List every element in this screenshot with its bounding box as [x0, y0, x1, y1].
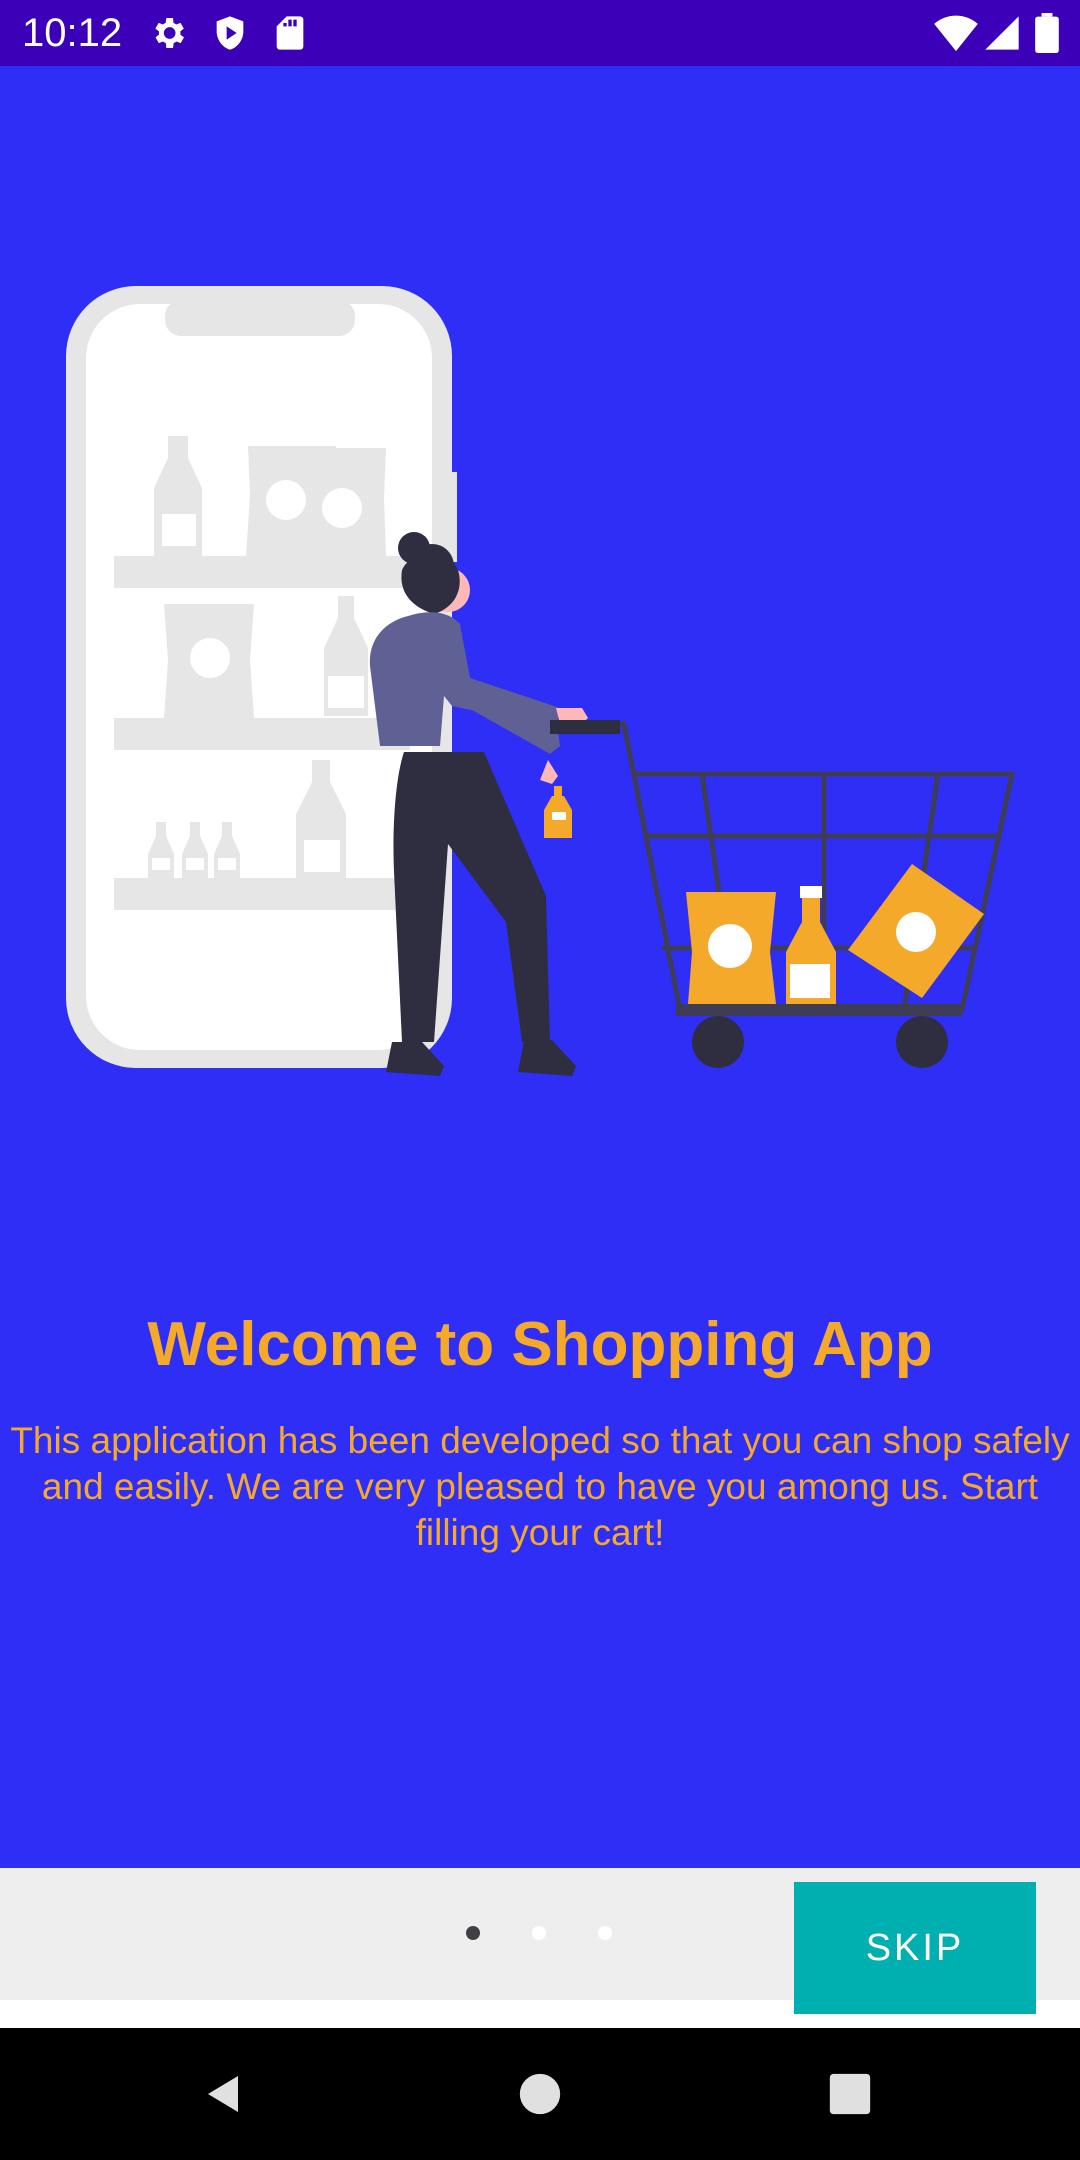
back-icon [208, 2076, 238, 2112]
recents-button[interactable] [804, 2048, 896, 2140]
welcome-description: This application has been developed so t… [10, 1420, 1070, 1553]
gear-icon [148, 13, 188, 53]
page-indicator-dot-2[interactable] [532, 1926, 546, 1940]
page-indicator-dot-1-active[interactable] [466, 1926, 480, 1940]
onboarding-screen: 10:12 Welcome to Shopping App This appli… [0, 0, 1080, 2160]
system-navigation-bar [0, 2028, 1080, 2160]
back-button[interactable] [178, 2048, 270, 2140]
battery-icon [1034, 13, 1060, 53]
sd-card-icon [270, 13, 310, 53]
signal-icon [982, 13, 1022, 53]
status-time: 10:12 [22, 11, 123, 55]
shield-play-icon [210, 13, 250, 53]
recents-icon [829, 2073, 871, 2115]
wifi-icon [934, 13, 978, 53]
home-button[interactable] [494, 2048, 586, 2140]
skip-button[interactable]: SKIP [794, 1882, 1036, 2014]
status-bar: 10:12 [0, 0, 1080, 66]
page-indicator-dot-3[interactable] [598, 1926, 612, 1940]
shopping-illustration [66, 286, 1016, 1076]
welcome-title: Welcome to Shopping App [147, 1310, 933, 1379]
home-icon [519, 2073, 561, 2115]
